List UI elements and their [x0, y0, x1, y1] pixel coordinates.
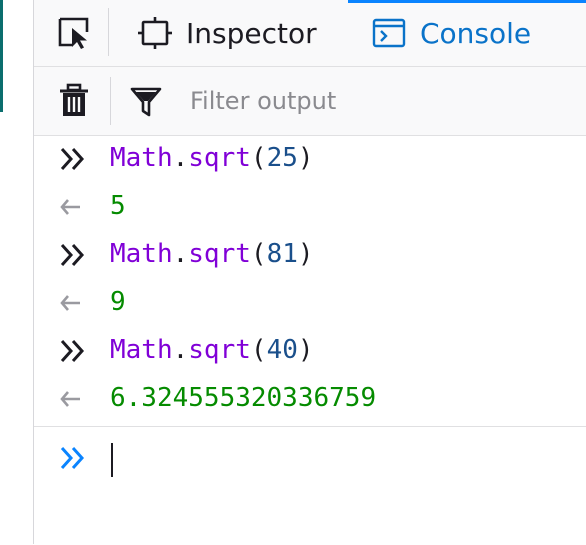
- token-dot: .: [172, 335, 189, 365]
- token-method: sqrt: [188, 239, 251, 269]
- chevron-double-right-icon: [60, 243, 85, 267]
- filter-icon[interactable]: [130, 86, 162, 118]
- console-input-row: Math.sqrt(81): [34, 232, 586, 280]
- console-output: Math.sqrt(25) 5 Math.sqrt(81) 9 Math.sqr…: [34, 136, 586, 424]
- chevron-double-right-icon: [60, 446, 85, 470]
- tab-console-label: Console: [420, 16, 532, 50]
- token-object: Math: [110, 143, 173, 173]
- console-input-row: Math.sqrt(40): [34, 328, 586, 376]
- console-result-row: 5: [34, 184, 586, 232]
- tab-inspector-label: Inspector: [186, 16, 317, 50]
- inspector-icon: [138, 17, 172, 49]
- console-command-input[interactable]: [118, 439, 562, 481]
- console-result-text: 9: [110, 287, 126, 317]
- console-result-text: 5: [110, 191, 126, 221]
- console-prompt: [34, 426, 586, 545]
- tab-inspector[interactable]: Inspector: [138, 0, 317, 66]
- token-number: 25: [266, 143, 298, 173]
- token-paren-open: (: [250, 239, 267, 269]
- devtools-toolbar: Inspector Console: [34, 0, 586, 67]
- left-panel-edge: [0, 0, 34, 544]
- token-method: sqrt: [188, 143, 251, 173]
- console-result-row: 9: [34, 280, 586, 328]
- chevron-double-right-icon: [60, 339, 85, 363]
- arrow-left-icon: [60, 295, 80, 311]
- arrow-left-icon: [60, 199, 80, 215]
- element-picker-icon[interactable]: [56, 16, 92, 50]
- token-paren-open: (: [250, 143, 267, 173]
- token-paren-close: ): [297, 239, 314, 269]
- token-number: 81: [266, 239, 298, 269]
- token-method: sqrt: [188, 335, 251, 365]
- token-dot: .: [172, 143, 189, 173]
- chevron-double-right-icon: [60, 147, 85, 171]
- filter-output-input[interactable]: [184, 81, 576, 121]
- console-icon: [372, 18, 406, 48]
- token-dot: .: [172, 239, 189, 269]
- console-input-row: Math.sqrt(25): [34, 136, 586, 184]
- token-paren-open: (: [250, 335, 267, 365]
- tab-console[interactable]: Console: [372, 0, 531, 66]
- console-input-text: Math.sqrt(81): [110, 239, 314, 269]
- text-caret: [111, 443, 113, 477]
- token-paren-close: ): [297, 143, 314, 173]
- token-object: Math: [110, 335, 173, 365]
- filter-separator: [110, 77, 111, 125]
- console-result-row: 6.324555320336759: [34, 376, 586, 424]
- console-result-text: 6.324555320336759: [110, 383, 377, 413]
- trash-icon[interactable]: [57, 83, 91, 119]
- token-number: 40: [266, 335, 298, 365]
- console-input-text: Math.sqrt(40): [110, 335, 314, 365]
- console-input-text: Math.sqrt(25): [110, 143, 314, 173]
- console-filter-bar: [34, 67, 586, 136]
- toolbar-separator: [108, 8, 109, 56]
- left-panel-accent: [0, 0, 3, 112]
- token-object: Math: [110, 239, 173, 269]
- token-paren-close: ): [297, 335, 314, 365]
- arrow-left-icon: [60, 391, 80, 407]
